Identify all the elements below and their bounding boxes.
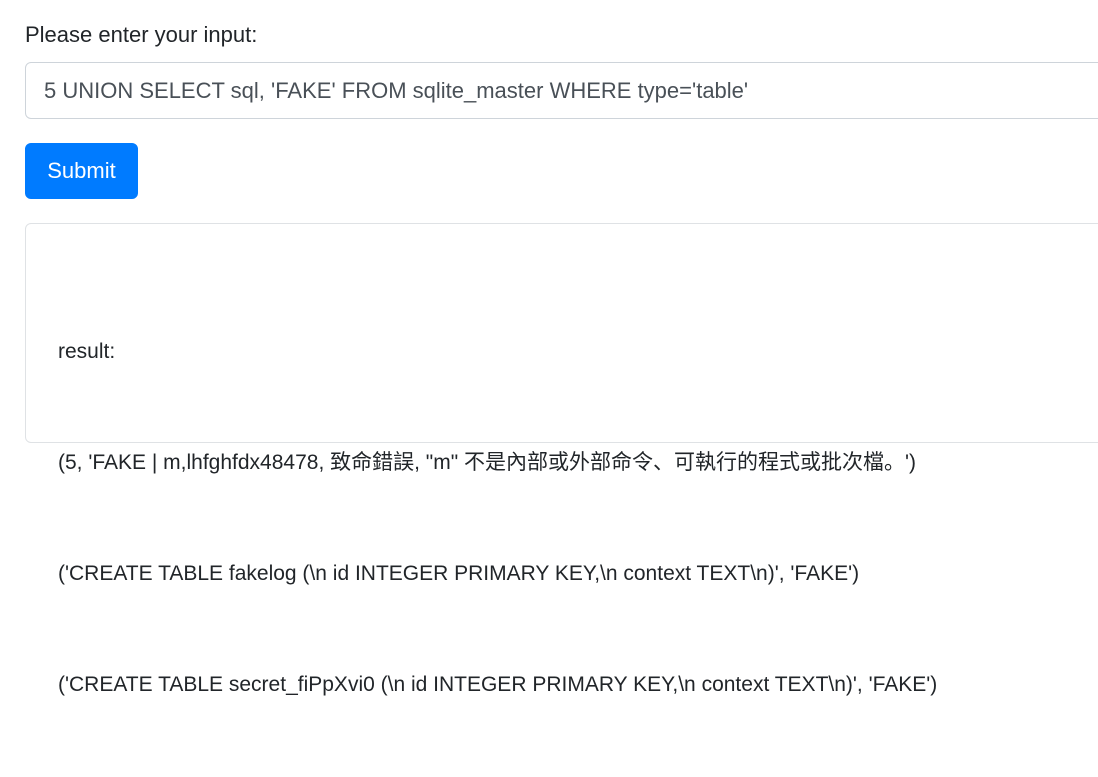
- submit-button[interactable]: Submit: [25, 143, 138, 199]
- result-line: (5, 'FAKE | m,lhfghfdx48478, 致命錯誤, "m" 不…: [58, 451, 917, 474]
- result-heading: result:: [58, 340, 116, 363]
- result-card: result: (5, 'FAKE | m,lhfghfdx48478, 致命錯…: [25, 223, 1098, 696]
- result-line: ('CREATE TABLE secret_fiPpXvi0 (\n id IN…: [58, 673, 938, 696]
- result-line: ('CREATE TABLE fakelog (\n id INTEGER PR…: [58, 562, 860, 585]
- input-label: Please enter your input:: [25, 22, 258, 47]
- query-input[interactable]: [25, 62, 1098, 119]
- result-body: result: (5, 'FAKE | m,lhfghfdx48478, 致命錯…: [58, 259, 937, 777]
